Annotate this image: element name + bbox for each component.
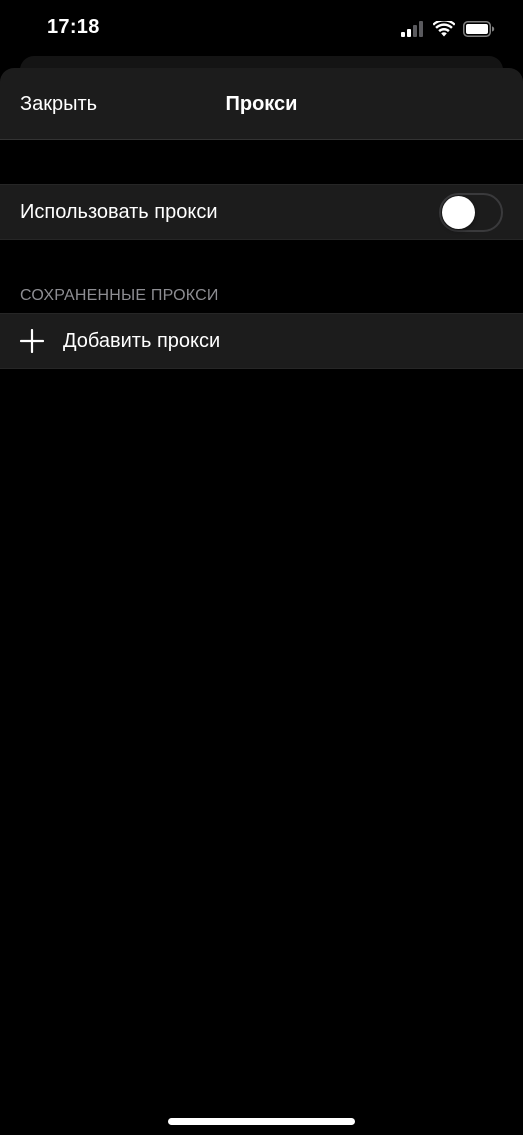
add-proxy-label: Добавить прокси — [63, 329, 221, 352]
navigation-bar: Закрыть Прокси — [0, 68, 523, 140]
add-proxy-row[interactable]: Добавить прокси — [0, 313, 523, 369]
wifi-icon — [433, 21, 455, 37]
battery-icon — [463, 21, 495, 37]
cellular-signal-icon — [401, 21, 423, 37]
use-proxy-row: Использовать прокси — [0, 184, 523, 240]
toggle-knob — [442, 196, 475, 229]
status-bar: 17:18 — [0, 0, 523, 58]
close-button[interactable]: Закрыть — [20, 68, 97, 140]
use-proxy-label: Использовать прокси — [20, 200, 218, 223]
screen: 17:18 Закрыть Прокси Использовать прокси… — [0, 0, 523, 1135]
plus-icon — [20, 329, 44, 353]
use-proxy-toggle[interactable] — [439, 193, 503, 232]
proxy-sheet: Закрыть Прокси Использовать прокси СОХРА… — [0, 68, 523, 1135]
home-indicator[interactable] — [168, 1118, 355, 1125]
saved-proxies-header: СОХРАНЕННЫЕ ПРОКСИ — [20, 287, 219, 304]
status-time: 17:18 — [47, 16, 100, 38]
status-icons — [401, 18, 495, 40]
